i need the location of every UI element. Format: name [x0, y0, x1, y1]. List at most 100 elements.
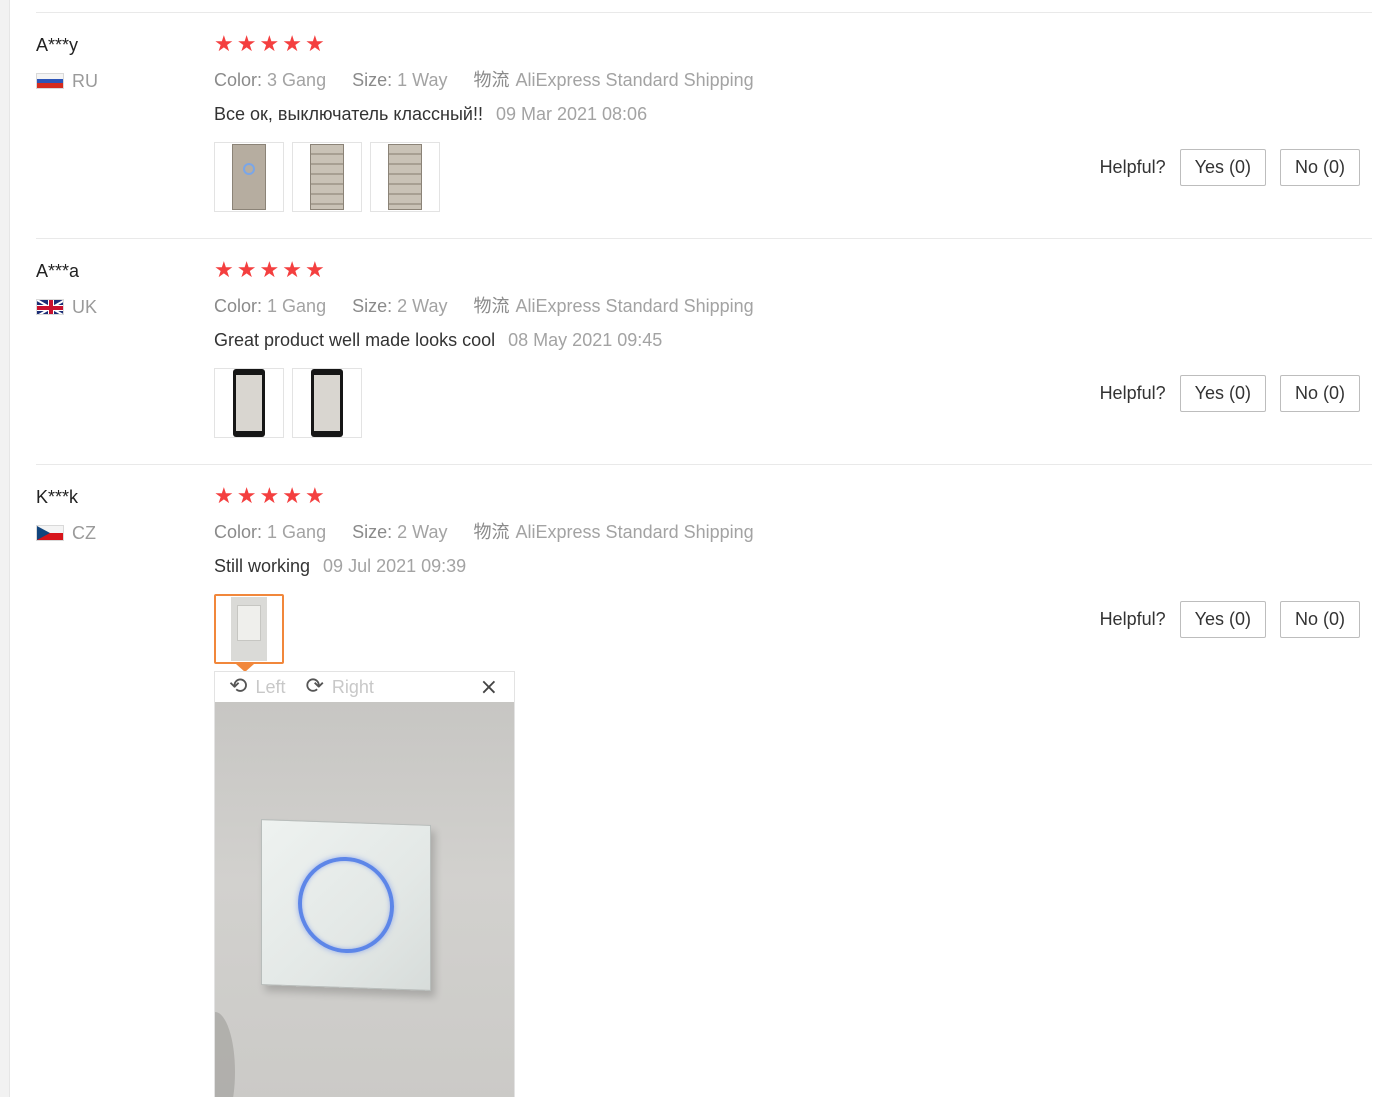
star-icon: ★	[214, 484, 234, 509]
review-photo-thumbnail[interactable]	[370, 142, 440, 212]
star-icon: ★	[236, 258, 257, 283]
rotate-left-icon: ⟲	[229, 674, 248, 699]
shipping-method: AliExpress Standard Shipping	[515, 296, 754, 316]
review-photos	[214, 594, 1014, 672]
review-item: A***y RU ★ ★ ★ ★ ★ Color: 3 Gang Size: 1…	[36, 34, 1372, 239]
country-code: CZ	[72, 523, 96, 543]
star-icon: ★	[259, 484, 280, 509]
photo-viewer: ⟲ Left ⟳ Right ×	[214, 671, 515, 1097]
rotate-right-button[interactable]: ⟳ Right	[305, 676, 373, 698]
shipping-method: AliExpress Standard Shipping	[515, 70, 754, 90]
color-value: 3 Gang	[267, 70, 327, 90]
star-icon: ★	[304, 258, 325, 283]
review-item: A***a UK ★ ★ ★ ★ ★ Color: 1 Gang Size: 2…	[36, 260, 1372, 465]
review-photos	[214, 142, 1014, 212]
logistics-icon: 物流	[473, 70, 510, 90]
star-icon: ★	[236, 484, 257, 509]
helpful-yes-button[interactable]: Yes (0)	[1179, 375, 1266, 412]
size-label: Size:	[352, 296, 393, 316]
divider	[36, 464, 1372, 465]
star-icon: ★	[259, 32, 280, 57]
review-photo-thumbnail[interactable]	[214, 368, 284, 438]
review-photo-thumbnail[interactable]	[292, 368, 362, 438]
light-switch-image	[261, 819, 431, 991]
rotate-left-button[interactable]: ⟲ Left	[229, 676, 285, 698]
helpful-yes-button[interactable]: Yes (0)	[1179, 601, 1266, 638]
country-code: RU	[72, 71, 98, 91]
reviewer-info: K***k CZ	[36, 486, 196, 544]
uk-flag-icon	[36, 299, 64, 315]
star-rating: ★ ★ ★ ★ ★	[214, 486, 1014, 508]
review-text-row: Still working 09 Jul 2021 09:39	[214, 554, 1014, 578]
order-info: Color: 1 Gang Size: 2 Way 物流 AliExpress S…	[214, 294, 1014, 318]
reviewer-name: A***y	[36, 35, 79, 55]
review-photos	[214, 368, 1014, 438]
reviewer-name: K***k	[36, 487, 79, 507]
reviewer-country: CZ	[36, 522, 196, 544]
review-date: 09 Mar 2021 08:06	[495, 104, 648, 124]
reviewer-info: A***y RU	[36, 34, 196, 92]
review-date: 08 May 2021 09:45	[508, 330, 663, 350]
color-label: Color:	[214, 70, 263, 90]
order-info: Color: 3 Gang Size: 1 Way 物流 AliExpress S…	[214, 68, 1014, 92]
helpful-vote: Helpful? Yes (0) No (0)	[1100, 149, 1360, 186]
review-photo-thumbnail-selected[interactable]	[214, 594, 284, 672]
helpful-no-button[interactable]: No (0)	[1279, 149, 1360, 186]
star-rating: ★ ★ ★ ★ ★	[214, 34, 1014, 56]
review-text-row: Все ок, выключатель классный!! 09 Mar 20…	[214, 102, 1014, 126]
review-content: ★ ★ ★ ★ ★ Color: 3 Gang Size: 1 Way 物流 Al…	[214, 34, 1014, 212]
czech-flag-icon	[36, 525, 64, 541]
color-value: 1 Gang	[267, 522, 327, 542]
color-label: Color:	[214, 522, 263, 542]
helpful-label: Helpful?	[1099, 157, 1166, 177]
helpful-vote: Helpful? Yes (0) No (0)	[1100, 375, 1360, 412]
rotate-right-label: Right	[331, 676, 374, 697]
helpful-yes-button[interactable]: Yes (0)	[1179, 149, 1266, 186]
rotate-left-label: Left	[255, 676, 286, 697]
review-text: Все ок, выключатель классный!!	[214, 104, 483, 124]
helpful-no-button[interactable]: No (0)	[1279, 601, 1360, 638]
close-icon[interactable]: ×	[480, 675, 498, 700]
star-icon: ★	[214, 32, 234, 57]
star-icon: ★	[214, 258, 234, 283]
star-icon: ★	[304, 32, 325, 57]
photo-viewer-toolbar: ⟲ Left ⟳ Right ×	[215, 672, 514, 702]
star-icon: ★	[282, 32, 302, 57]
size-value: 1 Way	[397, 70, 448, 90]
review-text: Still working	[214, 556, 311, 576]
review-photo-thumbnail[interactable]	[292, 142, 362, 212]
review-text-row: Great product well made looks cool 08 Ma…	[214, 328, 1014, 352]
star-icon: ★	[304, 484, 325, 509]
reviewer-name: A***a	[36, 261, 80, 281]
review-text: Great product well made looks cool	[214, 330, 496, 350]
shipping-method: AliExpress Standard Shipping	[515, 522, 754, 542]
helpful-label: Helpful?	[1099, 383, 1166, 403]
divider	[36, 238, 1372, 239]
star-icon: ★	[236, 32, 257, 57]
review-photo-large	[215, 702, 514, 1097]
size-label: Size:	[352, 70, 393, 90]
reviewer-country: RU	[36, 70, 196, 92]
star-icon: ★	[282, 258, 302, 283]
divider	[36, 12, 1372, 13]
size-label: Size:	[352, 522, 393, 542]
review-item: K***k CZ ★ ★ ★ ★ ★ Color: 1 Gang Size: 2…	[36, 486, 1372, 672]
review-content: ★ ★ ★ ★ ★ Color: 1 Gang Size: 2 Way 物流 Al…	[214, 486, 1014, 672]
page-left-gutter	[0, 0, 10, 1097]
helpful-vote: Helpful? Yes (0) No (0)	[1100, 601, 1360, 638]
helpful-label: Helpful?	[1099, 609, 1166, 629]
color-label: Color:	[214, 296, 263, 316]
reviewer-country: UK	[36, 296, 196, 318]
order-info: Color: 1 Gang Size: 2 Way 物流 AliExpress S…	[214, 520, 1014, 544]
russia-flag-icon	[36, 73, 64, 89]
color-value: 1 Gang	[267, 296, 327, 316]
reviewer-info: A***a UK	[36, 260, 196, 318]
logistics-icon: 物流	[473, 522, 510, 542]
helpful-no-button[interactable]: No (0)	[1279, 375, 1360, 412]
size-value: 2 Way	[397, 296, 448, 316]
country-code: UK	[72, 297, 98, 317]
star-icon: ★	[282, 484, 302, 509]
review-photo-thumbnail[interactable]	[214, 142, 284, 212]
star-rating: ★ ★ ★ ★ ★	[214, 260, 1014, 282]
rotate-right-icon: ⟳	[305, 674, 324, 699]
